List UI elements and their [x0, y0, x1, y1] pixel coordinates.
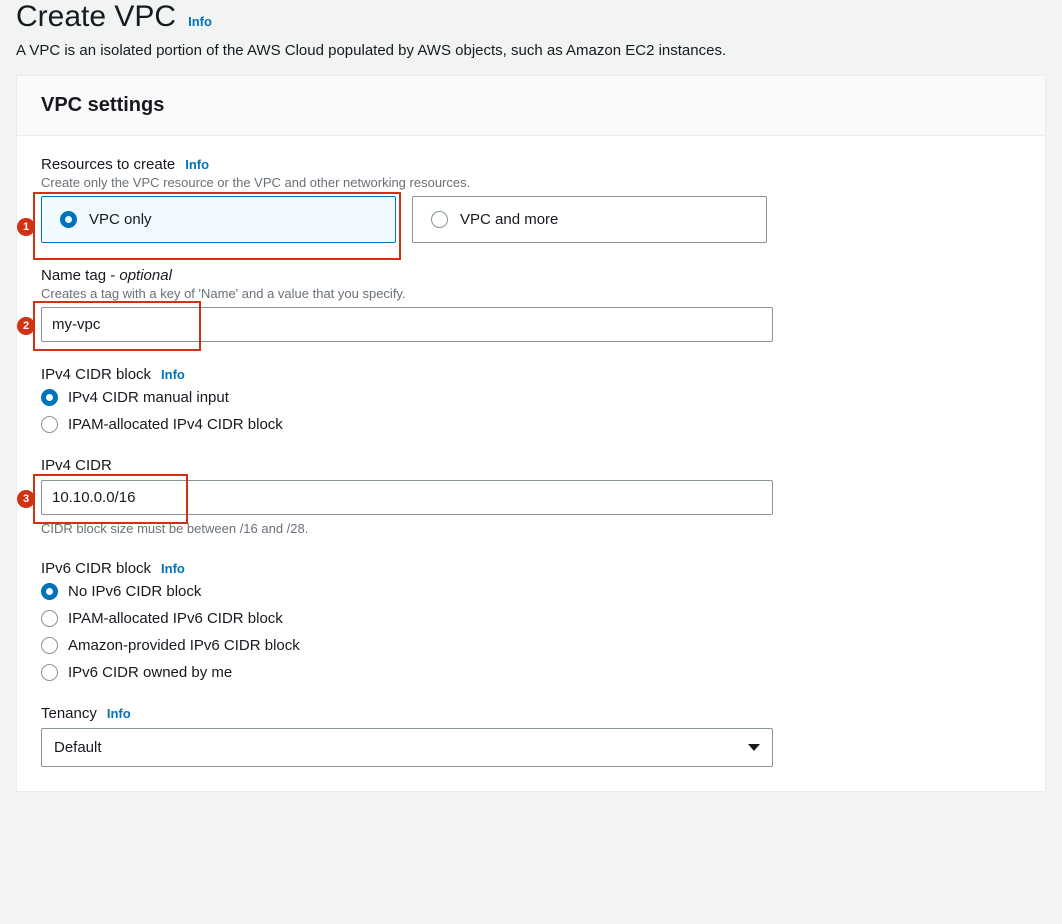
radio-icon	[41, 637, 58, 654]
ipv4-block-option-manual[interactable]: IPv4 CIDR manual input	[41, 389, 1021, 406]
annotation-marker-1: 1	[17, 218, 35, 236]
annotation-marker-2: 2	[17, 317, 35, 335]
radio-icon	[41, 416, 58, 433]
name-tag-input[interactable]	[41, 307, 773, 342]
info-link-header[interactable]: Info	[188, 14, 212, 29]
page-title: Create VPC	[16, 0, 176, 34]
ipv6-block-option-label: No IPv6 CIDR block	[68, 583, 201, 600]
radio-icon	[41, 583, 58, 600]
ipv4-block-option-ipam[interactable]: IPAM-allocated IPv4 CIDR block	[41, 416, 1021, 433]
resources-option-label: VPC only	[89, 211, 152, 228]
resources-option-vpc-only[interactable]: VPC only	[41, 196, 396, 243]
radio-icon	[41, 664, 58, 681]
ipv4-cidr-hint: CIDR block size must be between /16 and …	[41, 521, 1021, 536]
ipv4-block-label: IPv4 CIDR block	[41, 366, 151, 383]
tenancy-value: Default	[54, 739, 102, 756]
ipv6-block-option-none[interactable]: No IPv6 CIDR block	[41, 583, 1021, 600]
ipv4-block-option-label: IPv4 CIDR manual input	[68, 389, 229, 406]
radio-icon	[41, 389, 58, 406]
resources-hint: Create only the VPC resource or the VPC …	[41, 175, 1021, 190]
chevron-down-icon	[748, 744, 760, 751]
radio-icon	[41, 610, 58, 627]
ipv6-block-option-label: IPv6 CIDR owned by me	[68, 664, 232, 681]
page-description: A VPC is an isolated portion of the AWS …	[16, 42, 1046, 59]
resources-label: Resources to create	[41, 156, 175, 173]
ipv6-block-option-label: Amazon-provided IPv6 CIDR block	[68, 637, 300, 654]
tenancy-select[interactable]: Default	[41, 728, 773, 767]
info-link-resources[interactable]: Info	[185, 157, 209, 172]
radio-icon	[431, 211, 448, 228]
name-tag-hint: Creates a tag with a key of 'Name' and a…	[41, 286, 1021, 301]
resources-option-vpc-and-more[interactable]: VPC and more	[412, 196, 767, 243]
ipv4-block-option-label: IPAM-allocated IPv4 CIDR block	[68, 416, 283, 433]
ipv4-cidr-label: IPv4 CIDR	[41, 457, 112, 474]
panel-title: VPC settings	[41, 94, 1021, 117]
radio-icon	[60, 211, 77, 228]
ipv6-block-label: IPv6 CIDR block	[41, 560, 151, 577]
ipv4-cidr-input[interactable]	[41, 480, 773, 515]
ipv6-block-option-amazon[interactable]: Amazon-provided IPv6 CIDR block	[41, 637, 1021, 654]
resources-option-label: VPC and more	[460, 211, 558, 228]
annotation-marker-3: 3	[17, 490, 35, 508]
info-link-ipv6-block[interactable]: Info	[161, 561, 185, 576]
ipv6-block-option-label: IPAM-allocated IPv6 CIDR block	[68, 610, 283, 627]
tenancy-label: Tenancy	[41, 705, 97, 722]
info-link-ipv4-block[interactable]: Info	[161, 367, 185, 382]
ipv6-block-option-owned[interactable]: IPv6 CIDR owned by me	[41, 664, 1021, 681]
info-link-tenancy[interactable]: Info	[107, 706, 131, 721]
name-tag-label: Name tag - optional	[41, 267, 172, 284]
ipv6-block-option-ipam[interactable]: IPAM-allocated IPv6 CIDR block	[41, 610, 1021, 627]
